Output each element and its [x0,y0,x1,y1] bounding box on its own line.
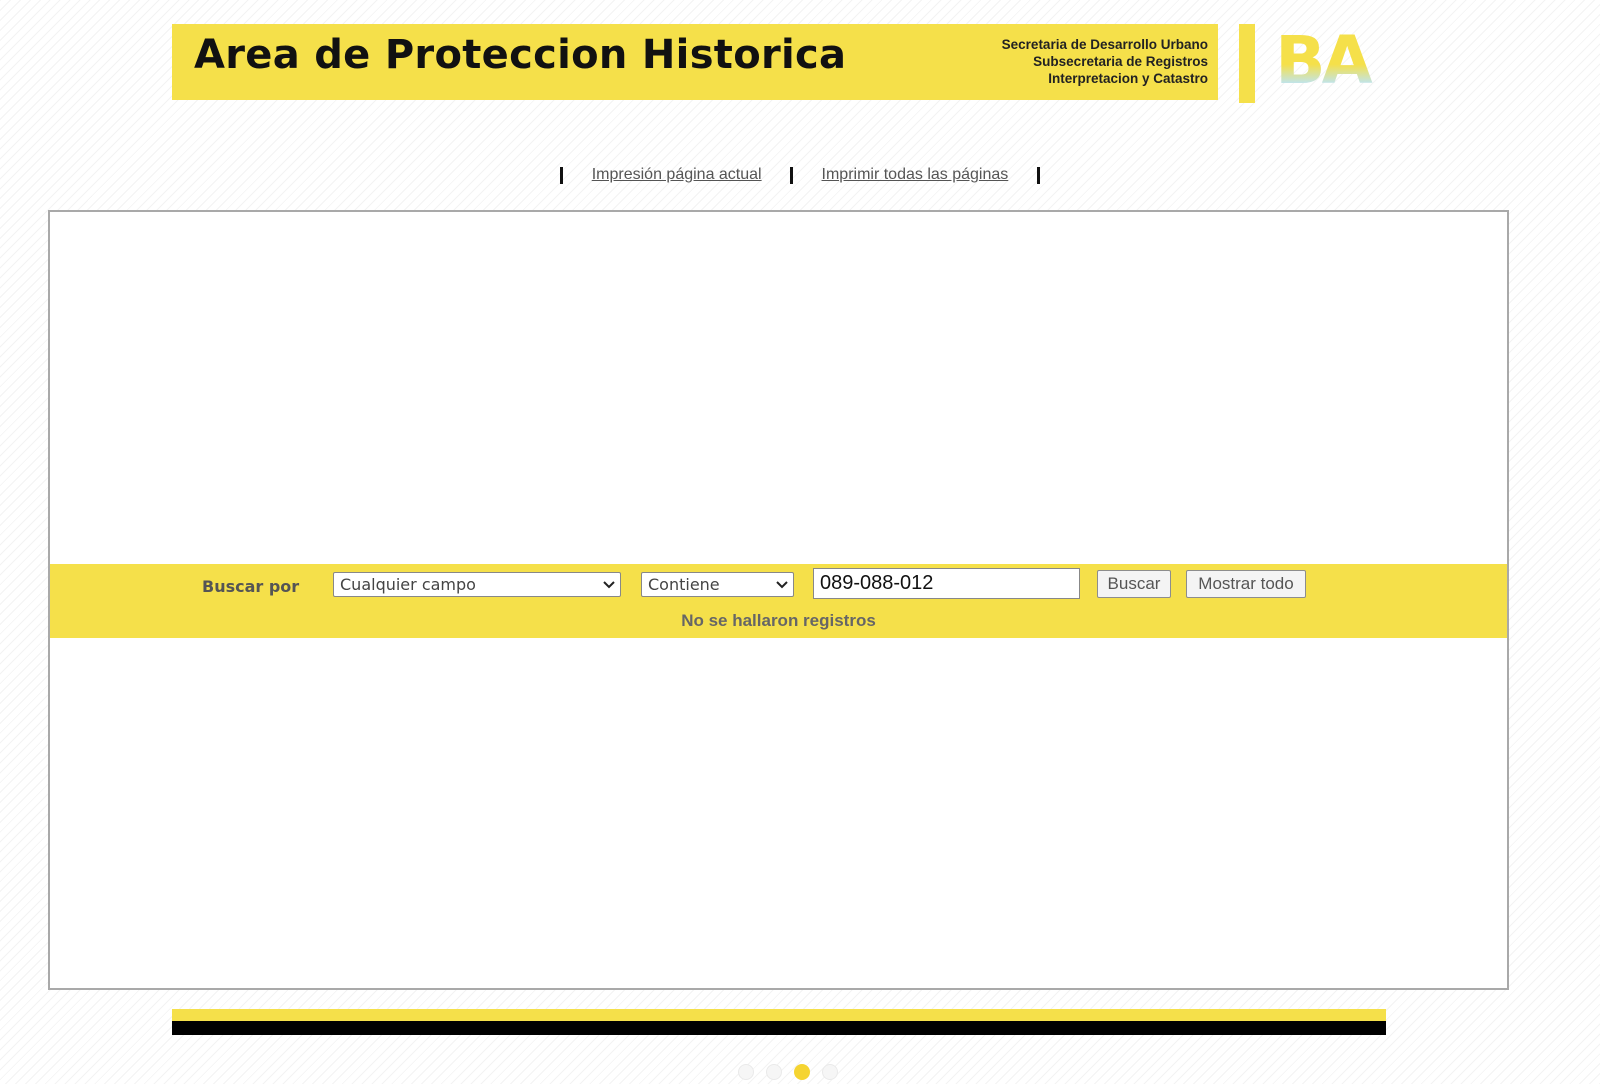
separator [790,166,794,184]
header-banner: Area de Proteccion Historica Secretaria … [172,24,1218,100]
carousel-dot[interactable] [766,1064,782,1080]
department-line-1: Secretaria de Desarrollo Urbano [1001,37,1208,52]
search-field-value: Cualquier campo [340,575,476,594]
show-all-button[interactable]: Mostrar todo [1186,570,1306,598]
footer-black-bar [172,1021,1386,1035]
chevron-down-icon [602,573,616,604]
search-bar: Buscar por Cualquier campo Contiene Busc… [50,564,1507,638]
department-info: Secretaria de Desarrollo Urbano Subsecre… [1002,36,1208,87]
search-operator-value: Contiene [648,575,720,594]
footer-yellow-bar [172,1009,1386,1021]
department-line-2: Subsecretaria de Registros [1033,54,1208,69]
ba-logo-icon: BA [1275,28,1376,88]
no-results-message: No se hallaron registros [681,611,876,630]
carousel-dots [738,1064,868,1084]
department-line-3: Interpretacion y Catastro [1048,71,1208,86]
print-current-page-link[interactable]: Impresión página actual [592,166,762,183]
page-title: Area de Proteccion Historica [194,32,847,78]
carousel-dot[interactable] [822,1064,838,1080]
main-panel: Buscar por Cualquier campo Contiene Busc… [48,210,1509,990]
search-label: Buscar por [202,577,300,596]
search-field-select[interactable]: Cualquier campo [333,572,621,597]
ba-logo-text: BA [1275,28,1372,88]
carousel-dot[interactable] [794,1064,810,1080]
chevron-down-icon [775,573,789,604]
print-all-pages-link[interactable]: Imprimir todas las páginas [822,166,1009,183]
separator [1036,166,1040,184]
search-button[interactable]: Buscar [1097,570,1171,598]
print-links-bar: Impresión página actual Imprimir todas l… [0,166,1600,184]
search-input[interactable] [813,568,1080,599]
separator [560,166,564,184]
search-operator-select[interactable]: Contiene [641,572,794,597]
carousel-dot[interactable] [738,1064,754,1080]
header-divider [1239,24,1255,103]
